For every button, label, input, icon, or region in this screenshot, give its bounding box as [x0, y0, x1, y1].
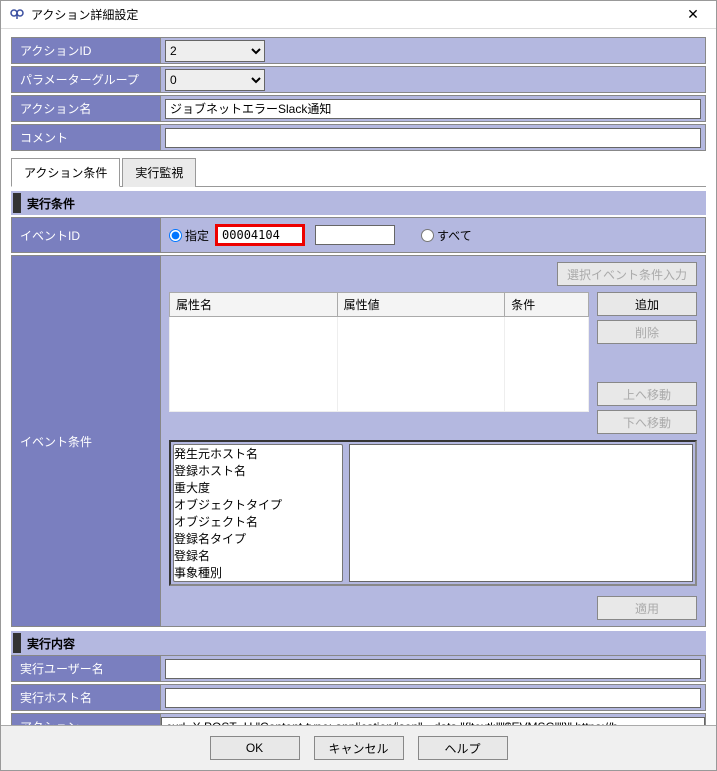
help-button[interactable]: ヘルプ — [418, 736, 508, 760]
list-item[interactable]: 事象種別 — [174, 564, 342, 581]
exec-action-label: アクション — [11, 713, 161, 725]
delete-button[interactable]: 削除 — [597, 320, 697, 344]
param-group-label: パラメーターグループ — [11, 66, 161, 93]
tab-action-condition[interactable]: アクション条件 — [11, 158, 120, 187]
col-attr-value: 属性値 — [337, 293, 505, 317]
attribute-table[interactable]: 属性名 属性値 条件 — [169, 292, 589, 412]
list-item[interactable]: 重大度 — [174, 479, 342, 496]
exec-host-label: 実行ホスト名 — [11, 684, 161, 711]
event-cond-label: イベント条件 — [11, 255, 161, 627]
comment-label: コメント — [11, 124, 161, 151]
action-name-input[interactable] — [165, 99, 701, 119]
col-attr-cond: 条件 — [505, 293, 589, 317]
preview-area — [349, 444, 693, 582]
add-button[interactable]: 追加 — [597, 292, 697, 316]
section-exec-content: 実行内容 — [11, 631, 706, 655]
exec-user-label: 実行ユーザー名 — [11, 655, 161, 682]
radio-specify-input[interactable] — [169, 229, 182, 242]
param-group-select[interactable]: 0 — [165, 69, 265, 91]
dialog-window: アクション詳細設定 ✕ アクションID 2 パラメーターグループ 0 アクション… — [0, 0, 717, 771]
radio-all-label: すべて — [437, 227, 472, 244]
list-item[interactable]: 登録名 — [174, 547, 342, 564]
section-exec-cond-title: 実行条件 — [27, 195, 75, 212]
list-item[interactable]: オブジェクト名 — [174, 513, 342, 530]
dialog-footer: OK キャンセル ヘルプ — [1, 725, 716, 770]
action-name-label: アクション名 — [11, 95, 161, 122]
radio-specify[interactable]: 指定 — [169, 227, 209, 244]
col-attr-name: 属性名 — [170, 293, 338, 317]
move-down-button[interactable]: 下へ移動 — [597, 410, 697, 434]
radio-all[interactable]: すべて — [421, 227, 472, 244]
event-id-input2[interactable] — [315, 225, 395, 245]
apply-button[interactable]: 適用 — [597, 596, 697, 620]
comment-input[interactable] — [165, 128, 701, 148]
list-item[interactable]: 登録ホスト名 — [174, 462, 342, 479]
action-id-select[interactable]: 2 — [165, 40, 265, 62]
exec-user-input[interactable] — [165, 659, 701, 679]
exec-host-input[interactable] — [165, 688, 701, 708]
exec-action-input[interactable] — [161, 717, 705, 726]
event-id-label: イベントID — [11, 217, 161, 253]
section-exec-content-title: 実行内容 — [27, 635, 75, 652]
ok-button[interactable]: OK — [210, 736, 300, 760]
list-item[interactable]: オブジェクトタイプ — [174, 496, 342, 513]
app-icon — [9, 7, 25, 23]
titlebar: アクション詳細設定 ✕ — [1, 1, 716, 29]
list-item[interactable]: 発生元ホスト名 — [174, 445, 342, 462]
list-item[interactable]: 登録名タイプ — [174, 530, 342, 547]
window-title: アクション詳細設定 — [31, 6, 138, 23]
cancel-button[interactable]: キャンセル — [314, 736, 404, 760]
action-id-label: アクションID — [11, 37, 161, 64]
move-up-button[interactable]: 上へ移動 — [597, 382, 697, 406]
tab-exec-monitor[interactable]: 実行監視 — [122, 158, 196, 187]
attribute-list[interactable]: 発生元ホスト名 登録ホスト名 重大度 オブジェクトタイプ オブジェクト名 登録名… — [173, 444, 343, 582]
section-exec-cond: 実行条件 — [11, 191, 706, 215]
event-id-input[interactable] — [215, 224, 305, 246]
radio-all-input[interactable] — [421, 229, 434, 242]
select-event-cond-button[interactable]: 選択イベント条件入力 — [557, 262, 697, 286]
close-button[interactable]: ✕ — [678, 5, 708, 25]
radio-specify-label: 指定 — [185, 227, 209, 244]
